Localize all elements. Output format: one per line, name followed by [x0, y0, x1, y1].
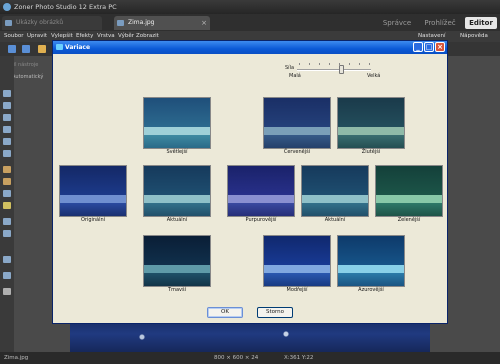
close-tab-icon[interactable]: ×: [201, 16, 207, 30]
tab-label: Ukázky obrázků: [16, 19, 64, 26]
slider-tick: [329, 63, 330, 65]
variation-more-cyan[interactable]: [337, 235, 405, 287]
strength-slider-knob[interactable]: [339, 65, 345, 74]
tab-zima[interactable]: Zima.jpg ×: [114, 16, 210, 30]
cancel-button[interactable]: Storno: [257, 307, 293, 318]
mode-tab-prohlizec[interactable]: Prohlížeč: [420, 17, 460, 29]
status-dimensions: 800 × 600 × 24: [214, 355, 259, 361]
slider-tick: [369, 63, 370, 65]
variation-caption: Žlutější: [361, 149, 381, 155]
tab-ukazky-obrazku[interactable]: Ukázky obrázků: [2, 16, 102, 30]
variation-caption: Originální: [80, 217, 106, 223]
variation-caption: Červenější: [283, 149, 311, 155]
eraser-tool-icon[interactable]: [3, 190, 11, 197]
undo-icon[interactable]: [8, 45, 16, 53]
hand-tool-icon[interactable]: [3, 102, 11, 109]
variation-caption: Modřejší: [286, 287, 308, 293]
dialog-title: Variace: [65, 44, 91, 51]
auto-checkbox-label: Automatický: [12, 74, 44, 80]
crop-tool-icon[interactable]: [3, 126, 11, 133]
status-bar: Zima.jpg 800 × 600 × 24 X:361 Y:22: [0, 352, 500, 364]
variation-current-center[interactable]: [301, 165, 369, 217]
tab-label: Zima.jpg: [128, 19, 155, 26]
variations-dialog: Variace _ □ × Síla Malá Velká Světlejší …: [52, 40, 448, 324]
close-button[interactable]: ×: [435, 42, 445, 52]
app-title-bar: Zoner Photo Studio 12 Extra PC: [0, 0, 500, 14]
eyedropper-tool-icon[interactable]: [3, 256, 11, 263]
status-coords: X:361 Y:22: [284, 355, 314, 361]
shape-tool-icon[interactable]: [3, 272, 11, 279]
clone-tool-icon[interactable]: [3, 178, 11, 185]
resize-tool-icon[interactable]: [3, 138, 11, 145]
menu-vylepsit[interactable]: Vylepšit: [51, 33, 73, 39]
redo-icon[interactable]: [22, 45, 30, 53]
dialog-title-bar[interactable]: Variace _ □ ×: [53, 41, 447, 54]
slider-tick: [359, 63, 360, 65]
canvas-photo: [70, 322, 430, 352]
variation-lighter[interactable]: [143, 97, 211, 149]
brush-tool-icon[interactable]: [3, 166, 11, 173]
variation-redder[interactable]: [263, 97, 331, 149]
zoom-tool-icon[interactable]: [3, 90, 11, 97]
variation-caption: Světlejší: [166, 149, 188, 155]
variation-bluer[interactable]: [263, 235, 331, 287]
pencil-tool-icon[interactable]: [3, 202, 11, 209]
menu-upravit[interactable]: Upravit: [27, 33, 47, 39]
variation-caption: Aktuální: [166, 217, 188, 223]
tool-column: [0, 56, 14, 352]
slider-tick: [319, 63, 320, 65]
app-logo-icon: [3, 3, 11, 11]
menu-vyber[interactable]: Výběr: [118, 33, 134, 39]
slider-tick: [299, 63, 300, 65]
select-tool-icon[interactable]: [3, 114, 11, 121]
open-folder-icon[interactable]: [38, 45, 46, 53]
variation-more-magenta[interactable]: [227, 165, 295, 217]
strength-slider-track[interactable]: [297, 69, 371, 71]
variation-caption: Azurovější: [358, 287, 384, 293]
strength-small-label: Malá: [289, 73, 301, 79]
dialog-icon: [56, 44, 63, 50]
fill-tool-icon[interactable]: [3, 218, 11, 225]
strength-large-label: Velká: [367, 73, 381, 79]
variation-caption: Aktuální: [324, 217, 346, 223]
variation-current[interactable]: [143, 165, 211, 217]
image-icon: [117, 20, 124, 26]
slider-tick: [349, 63, 350, 65]
variation-caption: Zelenější: [397, 217, 421, 223]
variation-caption: Purpurovější: [245, 217, 277, 223]
variation-caption: Tmavší: [168, 287, 186, 293]
app-title: Zoner Photo Studio 12 Extra PC: [14, 3, 117, 11]
ok-button[interactable]: OK: [207, 307, 243, 318]
text-tool-icon[interactable]: [3, 230, 11, 237]
layer-tool-icon[interactable]: [3, 288, 11, 295]
variation-original[interactable]: [59, 165, 127, 217]
minimize-button[interactable]: _: [413, 42, 423, 52]
strength-label: Síla: [285, 65, 295, 71]
variation-greener[interactable]: [375, 165, 443, 217]
mode-tab-editor[interactable]: Editor: [465, 17, 497, 29]
menu-napoveda[interactable]: Nápověda: [460, 33, 488, 39]
menu-nastaveni[interactable]: Nastavení: [418, 33, 446, 39]
menu-soubor[interactable]: Soubor: [4, 33, 23, 39]
rotate-tool-icon[interactable]: [3, 150, 11, 157]
menu-efekty[interactable]: Efekty: [76, 33, 93, 39]
maximize-button[interactable]: □: [424, 42, 434, 52]
tabs-row: Ukázky obrázků Zima.jpg × Správce Prohlí…: [0, 14, 500, 31]
folder-icon: [5, 20, 12, 26]
variation-darker[interactable]: [143, 235, 211, 287]
menu-vrstva[interactable]: Vrstva: [97, 33, 115, 39]
status-filename: Zima.jpg: [4, 355, 29, 361]
mode-tab-spravce[interactable]: Správce: [380, 17, 414, 29]
menu-zobrazit[interactable]: Zobrazit: [136, 33, 159, 39]
slider-tick: [309, 63, 310, 65]
variation-yellower[interactable]: [337, 97, 405, 149]
